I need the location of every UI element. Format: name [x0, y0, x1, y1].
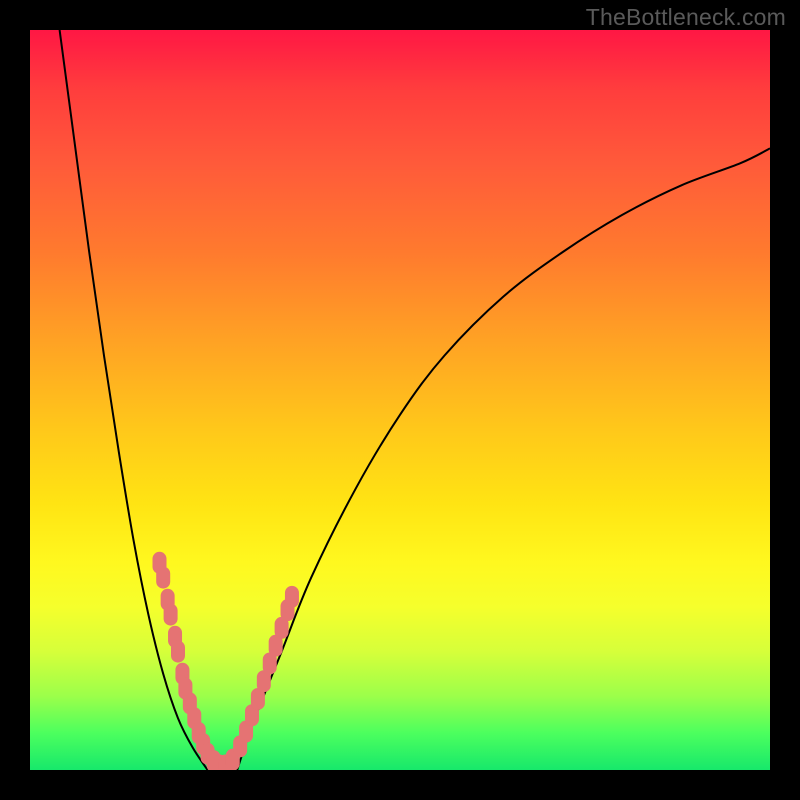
plot-area: [30, 30, 770, 770]
curve-left-branch: [60, 30, 208, 770]
chart-svg: [30, 30, 770, 770]
data-marker: [164, 604, 178, 626]
data-marker: [285, 586, 299, 608]
data-marker: [156, 567, 170, 589]
data-marker: [171, 641, 185, 663]
watermark-text: TheBottleneck.com: [586, 4, 786, 31]
chart-frame: TheBottleneck.com: [0, 0, 800, 800]
curve-right-branch: [237, 148, 770, 770]
